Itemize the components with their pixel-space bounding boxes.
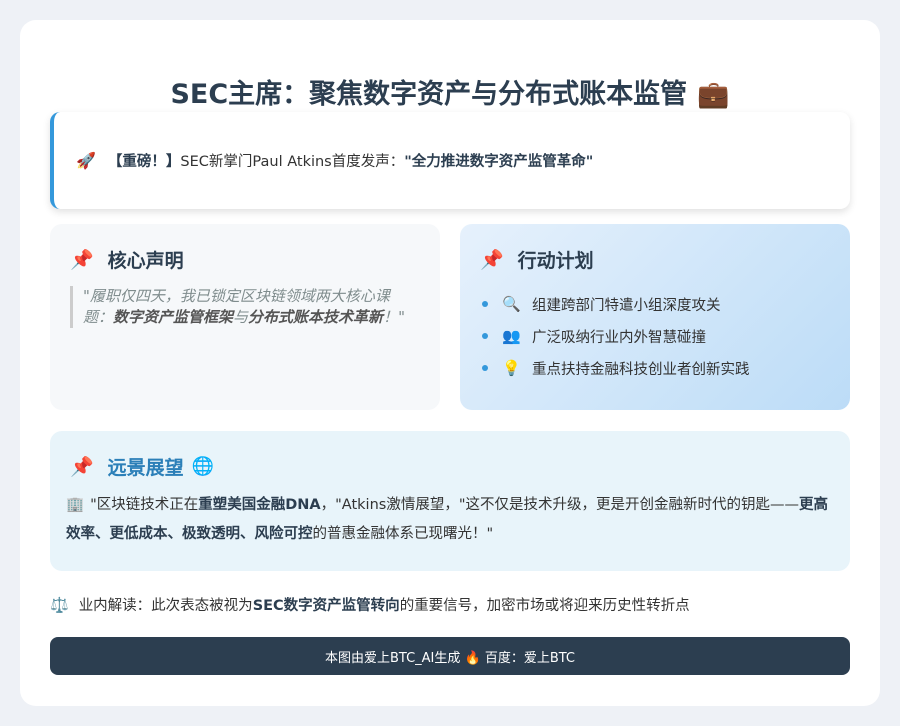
core-declaration-heading: 核心声明 <box>107 250 184 272</box>
core-declaration-card: 📌 核心声明 "履职仅四天，我已锁定区块链领域两大核心课题：数字资产监管框架与分… <box>50 224 440 410</box>
page-title: SEC主席：聚焦数字资产与分布式账本监管 💼 <box>20 72 880 111</box>
core-declaration-header: 📌 核心声明 <box>70 246 184 273</box>
pushpin-icon: 📌 <box>70 249 94 271</box>
quote-close: ！" <box>383 308 405 326</box>
list-item: 👥 广泛吸纳行业内外智慧碰撞 <box>482 320 750 352</box>
office-building-icon: 🏢 <box>66 497 85 513</box>
briefcase-icon: 💼 <box>697 80 730 110</box>
vision-bold-1: 重塑美国金融DNA <box>198 497 321 513</box>
footer-text: 本图由爱上BTC_AI生成 🔥 百度：爱上BTC <box>324 650 576 666</box>
headline-banner: 🚀 【重磅！】 SEC新掌门Paul Atkins首度发声： "全力推进数字资产… <box>50 112 850 209</box>
bullet-dot <box>482 301 488 307</box>
insight-bold: SEC数字资产监管转向 <box>252 598 400 614</box>
list-item-text: 组建跨部门特遣小组深度攻关 <box>532 297 721 314</box>
vision-text-1: "区块链技术正在 <box>90 497 199 513</box>
quote-term-2: 分布式账本技术革新 <box>248 308 384 326</box>
vision-heading: 远景展望 <box>107 457 184 479</box>
banner-text: SEC新掌门Paul Atkins首度发声： <box>180 154 405 170</box>
vision-paragraph: 🏢 "区块链技术正在重塑美国金融DNA，"Atkins激情展望，"这不仅是技术升级… <box>66 491 840 549</box>
action-plan-list: 🔍 组建跨部门特遣小组深度攻关 👥 广泛吸纳行业内外智慧碰撞 💡 重点扶持金融科… <box>482 288 750 384</box>
footer-bar: 本图由爱上BTC_AI生成 🔥 百度：爱上BTC <box>50 637 850 675</box>
lightbulb-icon: 💡 <box>502 359 521 377</box>
globe-icon: 🌐 <box>191 456 215 477</box>
people-icon: 👥 <box>502 327 521 345</box>
bullet-dot <box>482 365 488 371</box>
action-plan-heading: 行动计划 <box>517 250 594 272</box>
insight-prefix: 业内解读：此次表态被视为 <box>78 598 253 614</box>
action-plan-card: 📌 行动计划 🔍 组建跨部门特遣小组深度攻关 👥 广泛吸纳行业内外智慧碰撞 💡 … <box>460 224 850 410</box>
content-card: SEC主席：聚焦数字资产与分布式账本监管 💼 🚀 【重磅！】 SEC新掌门Paul… <box>20 20 880 706</box>
list-item: 🔍 组建跨部门特遣小组深度攻关 <box>482 288 750 320</box>
action-plan-header: 📌 行动计划 <box>480 246 594 273</box>
banner-tag: 【重磅！】 <box>107 154 181 170</box>
bullet-dot <box>482 333 488 339</box>
industry-insight: ⚖️ 业内解读：此次表态被视为 SEC数字资产监管转向 的重要信号，加密市场或将迎来… <box>50 594 850 615</box>
insight-suffix: 的重要信号，加密市场或将迎来历史性转折点 <box>399 598 690 614</box>
core-declaration-quote: "履职仅四天，我已锁定区块链领域两大核心课题：数字资产监管框架与分布式账本技术革… <box>70 286 410 328</box>
pushpin-icon: 📌 <box>480 249 504 271</box>
list-item: 💡 重点扶持金融科技创业者创新实践 <box>482 352 750 384</box>
vision-header: 📌 远景展望 🌐 <box>70 453 214 480</box>
title-text: SEC主席：聚焦数字资产与分布式账本监管 <box>170 79 688 110</box>
quote-connector: 与 <box>233 308 249 326</box>
vision-card: 📌 远景展望 🌐 🏢 "区块链技术正在重塑美国金融DNA，"Atkins激情展望，… <box>50 431 850 571</box>
vision-text-2: ，"Atkins激情展望，"这不仅是技术升级，更是开创金融新时代的钥匙—— <box>320 497 799 513</box>
list-item-text: 重点扶持金融科技创业者创新实践 <box>532 361 750 378</box>
list-item-text: 广泛吸纳行业内外智慧碰撞 <box>532 329 706 346</box>
pushpin-icon: 📌 <box>70 456 94 478</box>
quote-term-1: 数字资产监管框架 <box>113 308 234 326</box>
banner-highlight: "全力推进数字资产监管革命" <box>404 154 594 170</box>
magnifier-icon: 🔍 <box>502 295 521 313</box>
scales-icon: ⚖️ <box>50 595 69 614</box>
rocket-icon: 🚀 <box>76 151 96 170</box>
vision-text-3: 的普惠金融体系已现曙光！" <box>312 526 494 542</box>
